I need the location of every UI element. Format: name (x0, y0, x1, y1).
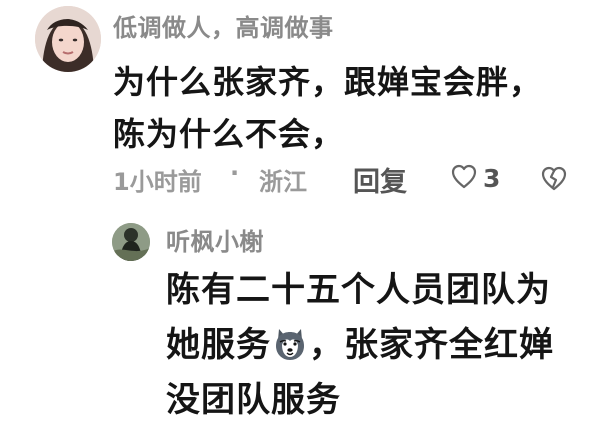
replier-username[interactable]: 听枫小榭 (166, 222, 264, 257)
commenter-avatar-image (35, 6, 101, 72)
like-button[interactable]: 3 (450, 163, 505, 193)
comment-line: 陈为什么不会， (113, 115, 345, 153)
husky-dog-emoji-icon (276, 329, 304, 360)
reply-text-segment: ，张家齐全红婵 (309, 325, 554, 365)
comment-meta-row: 1小时前 · 浙江 回复 3 (113, 158, 583, 198)
reply-button[interactable]: 回复 (353, 160, 407, 199)
reply-line: 陈有二十五个人员团队为 (166, 270, 551, 310)
reply-line-with-emoji: 她服务 ，张家齐全红婵 (166, 318, 576, 373)
comment-body: 为什么张家齐，跟婵宝会胖， 陈为什么不会， (113, 56, 573, 160)
like-count: 3 (483, 164, 501, 193)
commenter-username[interactable]: 低调做人，高调做事 (113, 8, 334, 43)
reply-text-segment: 她服务 (166, 325, 271, 365)
reply-body: 陈有二十五个人员团队为 她服务 ，张家齐全红婵 没团队服务 (166, 263, 576, 428)
broken-heart-icon[interactable] (540, 165, 568, 193)
replier-avatar-image (112, 223, 150, 261)
reply-line: 没团队服务 (166, 380, 341, 420)
meta-separator: · (230, 159, 240, 187)
heart-outline-icon (451, 164, 477, 189)
commenter-avatar[interactable] (35, 6, 101, 72)
replier-avatar[interactable] (112, 223, 150, 261)
comment-line: 为什么张家齐，跟婵宝会胖， (113, 63, 543, 101)
comment-location: 浙江 (259, 168, 307, 196)
comment-time: 1小时前 (113, 168, 202, 196)
